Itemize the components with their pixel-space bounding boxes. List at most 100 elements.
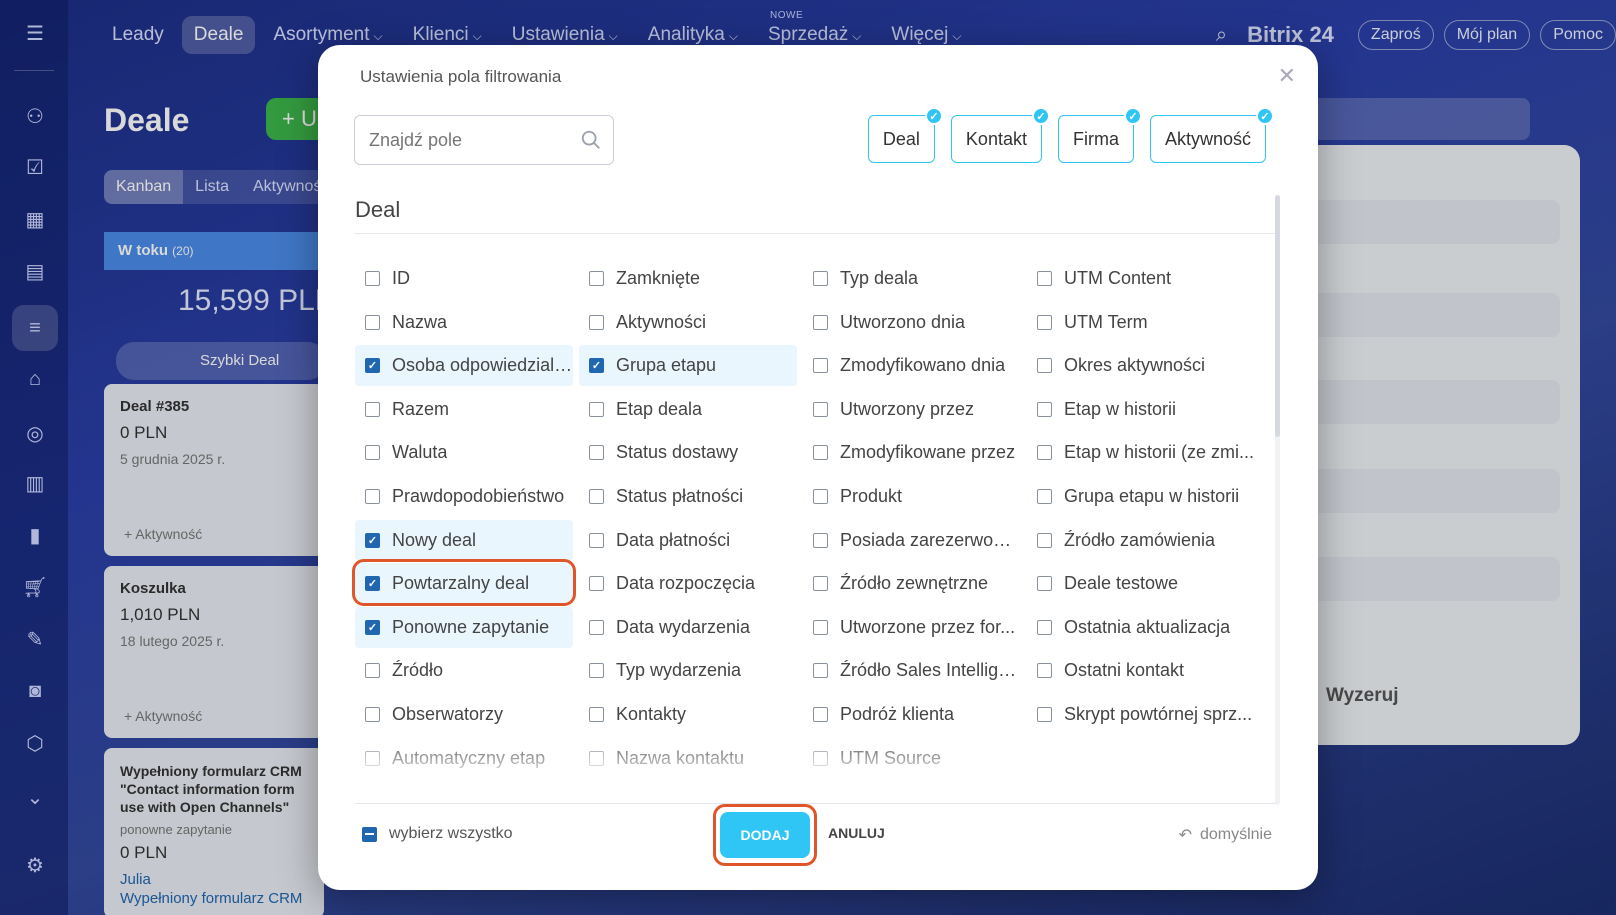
checkbox-icon[interactable] (589, 750, 604, 766)
filter-field-option[interactable]: UTM Source (803, 738, 1021, 779)
filter-field-option[interactable]: ✓ Ponowne zapytanie (355, 606, 573, 648)
filter-field-option[interactable]: Nazwa kontaktu (579, 738, 797, 779)
filter-field-option[interactable]: Razem (355, 389, 573, 430)
filter-field-option[interactable]: Kontakty (579, 694, 797, 735)
checkbox-icon[interactable] (365, 750, 380, 766)
checkbox-checked-icon[interactable]: ✓ (365, 619, 380, 635)
checkbox-icon[interactable] (813, 619, 828, 635)
filter-field-option[interactable]: Skrypt powtórnej sprz... (1027, 694, 1255, 735)
cancel-button[interactable]: ANULUJ (828, 825, 885, 841)
checkbox-icon[interactable] (589, 532, 604, 548)
checkbox-icon[interactable] (1037, 314, 1052, 330)
checkbox-icon[interactable] (1037, 663, 1052, 679)
checkbox-checked-icon[interactable]: ✓ (589, 358, 604, 374)
checkbox-checked-icon[interactable]: ✓ (365, 358, 380, 374)
filter-field-option[interactable]: ✓ Grupa etapu (579, 345, 797, 387)
filter-field-option[interactable]: Etap deala (579, 389, 797, 430)
checkbox-icon[interactable] (1037, 358, 1052, 374)
filter-field-option[interactable]: Data płatności (579, 520, 797, 561)
checkbox-icon[interactable] (1037, 619, 1052, 635)
filter-field-option[interactable]: Utworzone przez for... (803, 607, 1021, 648)
checkbox-icon[interactable] (365, 445, 380, 461)
checkbox-icon[interactable] (589, 314, 604, 330)
checkbox-icon[interactable] (589, 489, 604, 504)
filter-field-option[interactable]: ✓ Osoba odpowiedzialna (355, 345, 573, 387)
filter-field-option[interactable]: Okres aktywności (1027, 345, 1255, 386)
checkbox-icon[interactable] (1037, 707, 1052, 722)
close-icon[interactable]: ✕ (1278, 63, 1296, 89)
checkbox-icon[interactable] (813, 532, 828, 548)
checkbox-icon[interactable] (813, 489, 828, 504)
filter-field-option[interactable]: Data rozpoczęcia (579, 563, 797, 604)
filter-field-option[interactable]: Źródło Sales Intellige... (803, 650, 1021, 691)
filter-field-option[interactable]: Źródło zewnętrzne (803, 563, 1021, 604)
checkbox-icon[interactable] (813, 445, 828, 461)
checkbox-icon[interactable] (1037, 445, 1052, 461)
filter-field-option[interactable]: Zmodyfikowano dnia (803, 345, 1021, 386)
filter-field-option[interactable]: Waluta (355, 432, 573, 473)
checkbox-icon[interactable] (813, 271, 828, 286)
default-button[interactable]: ↶ domyślnie (1179, 825, 1272, 845)
checkbox-icon[interactable] (589, 576, 604, 592)
checkbox-icon[interactable] (589, 271, 604, 286)
checkbox-icon[interactable] (365, 707, 380, 722)
filter-field-option[interactable]: Automatyczny etap (355, 738, 573, 779)
checkbox-icon[interactable] (365, 271, 380, 286)
filter-field-option[interactable]: ✓ Powtarzalny deal (355, 563, 573, 605)
filter-field-option[interactable]: Zamknięte (579, 258, 797, 299)
filter-field-option[interactable]: Typ wydarzenia (579, 650, 797, 691)
chip-aktywnosc[interactable]: Aktywność ✓ (1149, 107, 1274, 163)
checkbox-icon[interactable] (1037, 532, 1052, 548)
filter-field-option[interactable]: UTM Content (1027, 258, 1255, 299)
chip-kontakt[interactable]: Kontakt ✓ (950, 107, 1050, 163)
checkbox-icon[interactable] (813, 314, 828, 330)
scrollbar-thumb[interactable] (1275, 195, 1280, 437)
filter-field-option[interactable]: Utworzony przez (803, 389, 1021, 430)
checkbox-icon[interactable] (813, 707, 828, 722)
checkbox-icon[interactable] (1037, 489, 1052, 504)
checkbox-icon[interactable] (813, 750, 828, 766)
filter-field-option[interactable]: Etap w historii (ze zmi... (1027, 432, 1255, 473)
filter-field-option[interactable]: Aktywności (579, 302, 797, 343)
checkbox-icon[interactable] (1037, 576, 1052, 592)
checkbox-icon[interactable] (813, 358, 828, 374)
filter-field-option[interactable]: UTM Term (1027, 302, 1255, 343)
filter-field-option[interactable]: ID (355, 258, 573, 299)
filter-field-option[interactable]: Nazwa (355, 302, 573, 343)
checkbox-checked-icon[interactable]: ✓ (365, 576, 380, 592)
checkbox-icon[interactable] (1037, 401, 1052, 417)
filter-field-option[interactable]: Status dostawy (579, 432, 797, 473)
checkbox-checked-icon[interactable]: ✓ (365, 532, 380, 548)
checkbox-icon[interactable] (813, 576, 828, 592)
filter-field-option[interactable]: Ostatnia aktualizacja (1027, 607, 1255, 648)
filter-field-option[interactable]: Ostatni kontakt (1027, 650, 1255, 691)
checkbox-icon[interactable] (813, 401, 828, 417)
filter-field-option[interactable]: Posiada zarezerwowa... (803, 520, 1021, 561)
checkbox-icon[interactable] (365, 314, 380, 330)
checkbox-icon[interactable] (365, 663, 380, 679)
chip-firma[interactable]: Firma ✓ (1057, 107, 1142, 163)
checkbox-icon[interactable] (589, 401, 604, 417)
checkbox-icon[interactable] (365, 401, 380, 417)
checkbox-icon[interactable] (589, 445, 604, 461)
filter-field-option[interactable]: Deale testowe (1027, 563, 1255, 604)
filter-field-option[interactable]: Źródło zamówienia (1027, 520, 1255, 561)
filter-field-option[interactable]: Obserwatorzy (355, 694, 573, 735)
filter-field-option[interactable]: Grupa etapu w historii (1027, 476, 1255, 517)
chip-deal[interactable]: Deal ✓ (867, 107, 943, 163)
add-button[interactable]: DODAJ (720, 812, 810, 858)
field-search-input[interactable] (354, 115, 614, 165)
filter-field-option[interactable]: Źródło (355, 650, 573, 691)
checkbox-icon[interactable] (813, 663, 828, 679)
checkbox-icon[interactable] (589, 619, 604, 635)
filter-field-option[interactable]: Prawdopodobieństwo (355, 476, 573, 517)
filter-field-option[interactable]: Etap w historii (1027, 389, 1255, 430)
checkbox-icon[interactable] (1037, 271, 1052, 286)
filter-field-option[interactable]: Zmodyfikowane przez (803, 432, 1021, 473)
filter-field-option[interactable]: Produkt (803, 476, 1021, 517)
filter-field-option[interactable]: Typ deala (803, 258, 1021, 299)
filter-field-option[interactable]: Data wydarzenia (579, 607, 797, 648)
filter-field-option[interactable]: Utworzono dnia (803, 302, 1021, 343)
filter-field-option[interactable]: ✓ Nowy deal (355, 519, 573, 561)
checkbox-icon[interactable] (365, 489, 380, 504)
